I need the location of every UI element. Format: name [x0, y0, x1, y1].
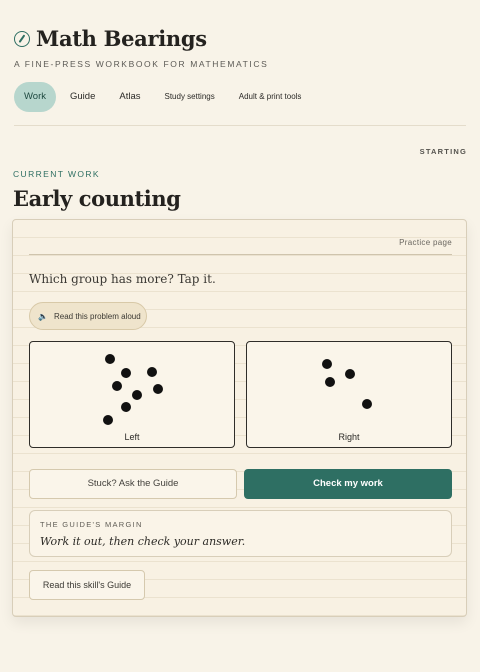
practice-card: Practice page Which group has more? Tap …	[12, 219, 467, 617]
page-label: Practice page	[399, 238, 452, 247]
dot	[121, 402, 131, 412]
app-header: Math Bearings	[14, 26, 207, 51]
ask-guide-button[interactable]: Stuck? Ask the Guide	[29, 469, 237, 499]
dot	[325, 377, 335, 387]
compass-icon	[14, 30, 30, 47]
speaker-icon: 🔈	[38, 311, 48, 321]
read-guide-button[interactable]: Read this skill's Guide	[29, 570, 145, 600]
dot	[105, 354, 115, 364]
dot	[132, 390, 142, 400]
read-aloud-button[interactable]: 🔈 Read this problem aloud	[29, 302, 147, 330]
section-kicker: CURRENT WORK	[13, 169, 101, 179]
card-divider	[29, 254, 452, 255]
tab-guide[interactable]: Guide	[60, 82, 105, 112]
guide-margin-kicker: THE GUIDE'S MARGIN	[40, 520, 143, 529]
dot	[362, 399, 372, 409]
read-aloud-label: Read this problem aloud	[53, 311, 141, 321]
check-work-button[interactable]: Check my work	[244, 469, 452, 499]
dot	[121, 368, 131, 378]
dot	[322, 359, 332, 369]
main-nav: Work Guide Atlas Study settings Adult & …	[14, 82, 315, 112]
dot	[112, 381, 122, 391]
app-title: Math Bearings	[36, 26, 207, 51]
tab-atlas[interactable]: Atlas	[109, 82, 150, 112]
tab-adult-print-tools[interactable]: Adult & print tools	[229, 82, 312, 112]
guide-margin: THE GUIDE'S MARGIN Work it out, then che…	[29, 510, 452, 557]
status-label: STARTING	[419, 147, 467, 156]
tab-work[interactable]: Work	[14, 82, 56, 112]
group-left-label: Left	[124, 432, 140, 442]
brand[interactable]: Math Bearings	[14, 26, 207, 51]
group-right-label: Right	[338, 432, 360, 442]
dot	[103, 415, 113, 425]
group-left-choice[interactable]: Left	[29, 341, 235, 448]
group-right-choice[interactable]: Right	[246, 341, 452, 448]
guide-margin-text: Work it out, then check your answer.	[40, 535, 246, 548]
tab-study-settings[interactable]: Study settings	[154, 82, 224, 112]
tagline: A FINE-PRESS WORKBOOK FOR MATHEMATICS	[14, 59, 269, 69]
question-text: Which group has more? Tap it.	[29, 272, 216, 286]
divider	[14, 125, 466, 126]
page-title: Early counting	[13, 186, 181, 211]
dot	[345, 369, 355, 379]
dot	[153, 384, 163, 394]
dot	[147, 367, 157, 377]
